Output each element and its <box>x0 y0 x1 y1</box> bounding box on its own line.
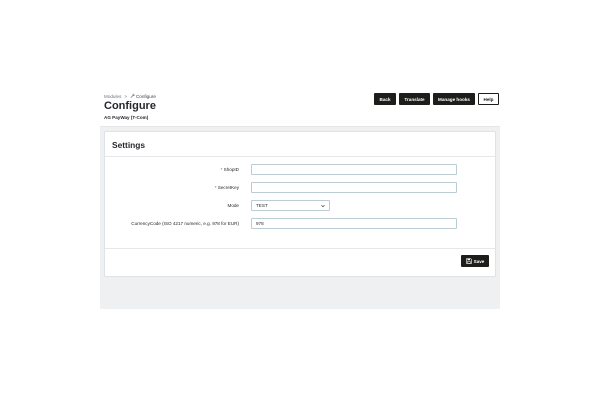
toolbar: Back Translate Manage hooks Help <box>374 93 499 105</box>
breadcrumb-modules-link[interactable]: Modules <box>104 94 121 99</box>
card-header-divider <box>105 156 495 157</box>
currency-code-label: CurrencyCode (ISO 4217 numeric, e.g. 978… <box>131 221 239 226</box>
module-name: AG PayWay (T-Com) <box>104 115 149 120</box>
help-button[interactable]: Help <box>478 93 499 105</box>
page-title: Configure <box>104 100 156 112</box>
settings-card: Settings * ShopID * SecretKey Mode TEST … <box>104 131 496 277</box>
mode-selected-value: TEST <box>256 203 268 208</box>
required-mark: * <box>220 167 223 172</box>
mode-label: Mode <box>227 203 240 208</box>
shop-id-label: * ShopID <box>221 167 239 172</box>
secret-key-label-text: SecretKey <box>217 185 239 190</box>
chevron-down-icon <box>321 204 325 208</box>
save-button[interactable]: Save <box>461 255 489 267</box>
breadcrumb-separator: > <box>124 93 127 99</box>
shop-id-label-text: ShopID <box>223 167 239 172</box>
card-footer-divider <box>105 248 495 249</box>
settings-title: Settings <box>112 140 146 150</box>
save-label: Save <box>473 258 485 264</box>
back-button[interactable]: Back <box>374 93 396 105</box>
currency-code-input[interactable] <box>251 218 457 229</box>
breadcrumb-current-label: Configure <box>135 93 156 99</box>
breadcrumb-current: Configure <box>130 93 156 99</box>
page-header: Modules > Configure Configure AG PayWay … <box>100 90 500 126</box>
manage-hooks-button[interactable]: Manage hooks <box>433 93 475 105</box>
mode-select[interactable]: TEST <box>251 200 330 211</box>
required-mark: * <box>214 185 217 190</box>
floppy-disk-icon <box>465 258 472 264</box>
shop-id-input[interactable] <box>251 164 457 175</box>
breadcrumb: Modules > Configure <box>104 93 156 99</box>
secret-key-label: * SecretKey <box>215 185 239 190</box>
secret-key-input[interactable] <box>251 182 457 193</box>
wrench-icon <box>130 93 135 99</box>
translate-button[interactable]: Translate <box>399 93 430 105</box>
